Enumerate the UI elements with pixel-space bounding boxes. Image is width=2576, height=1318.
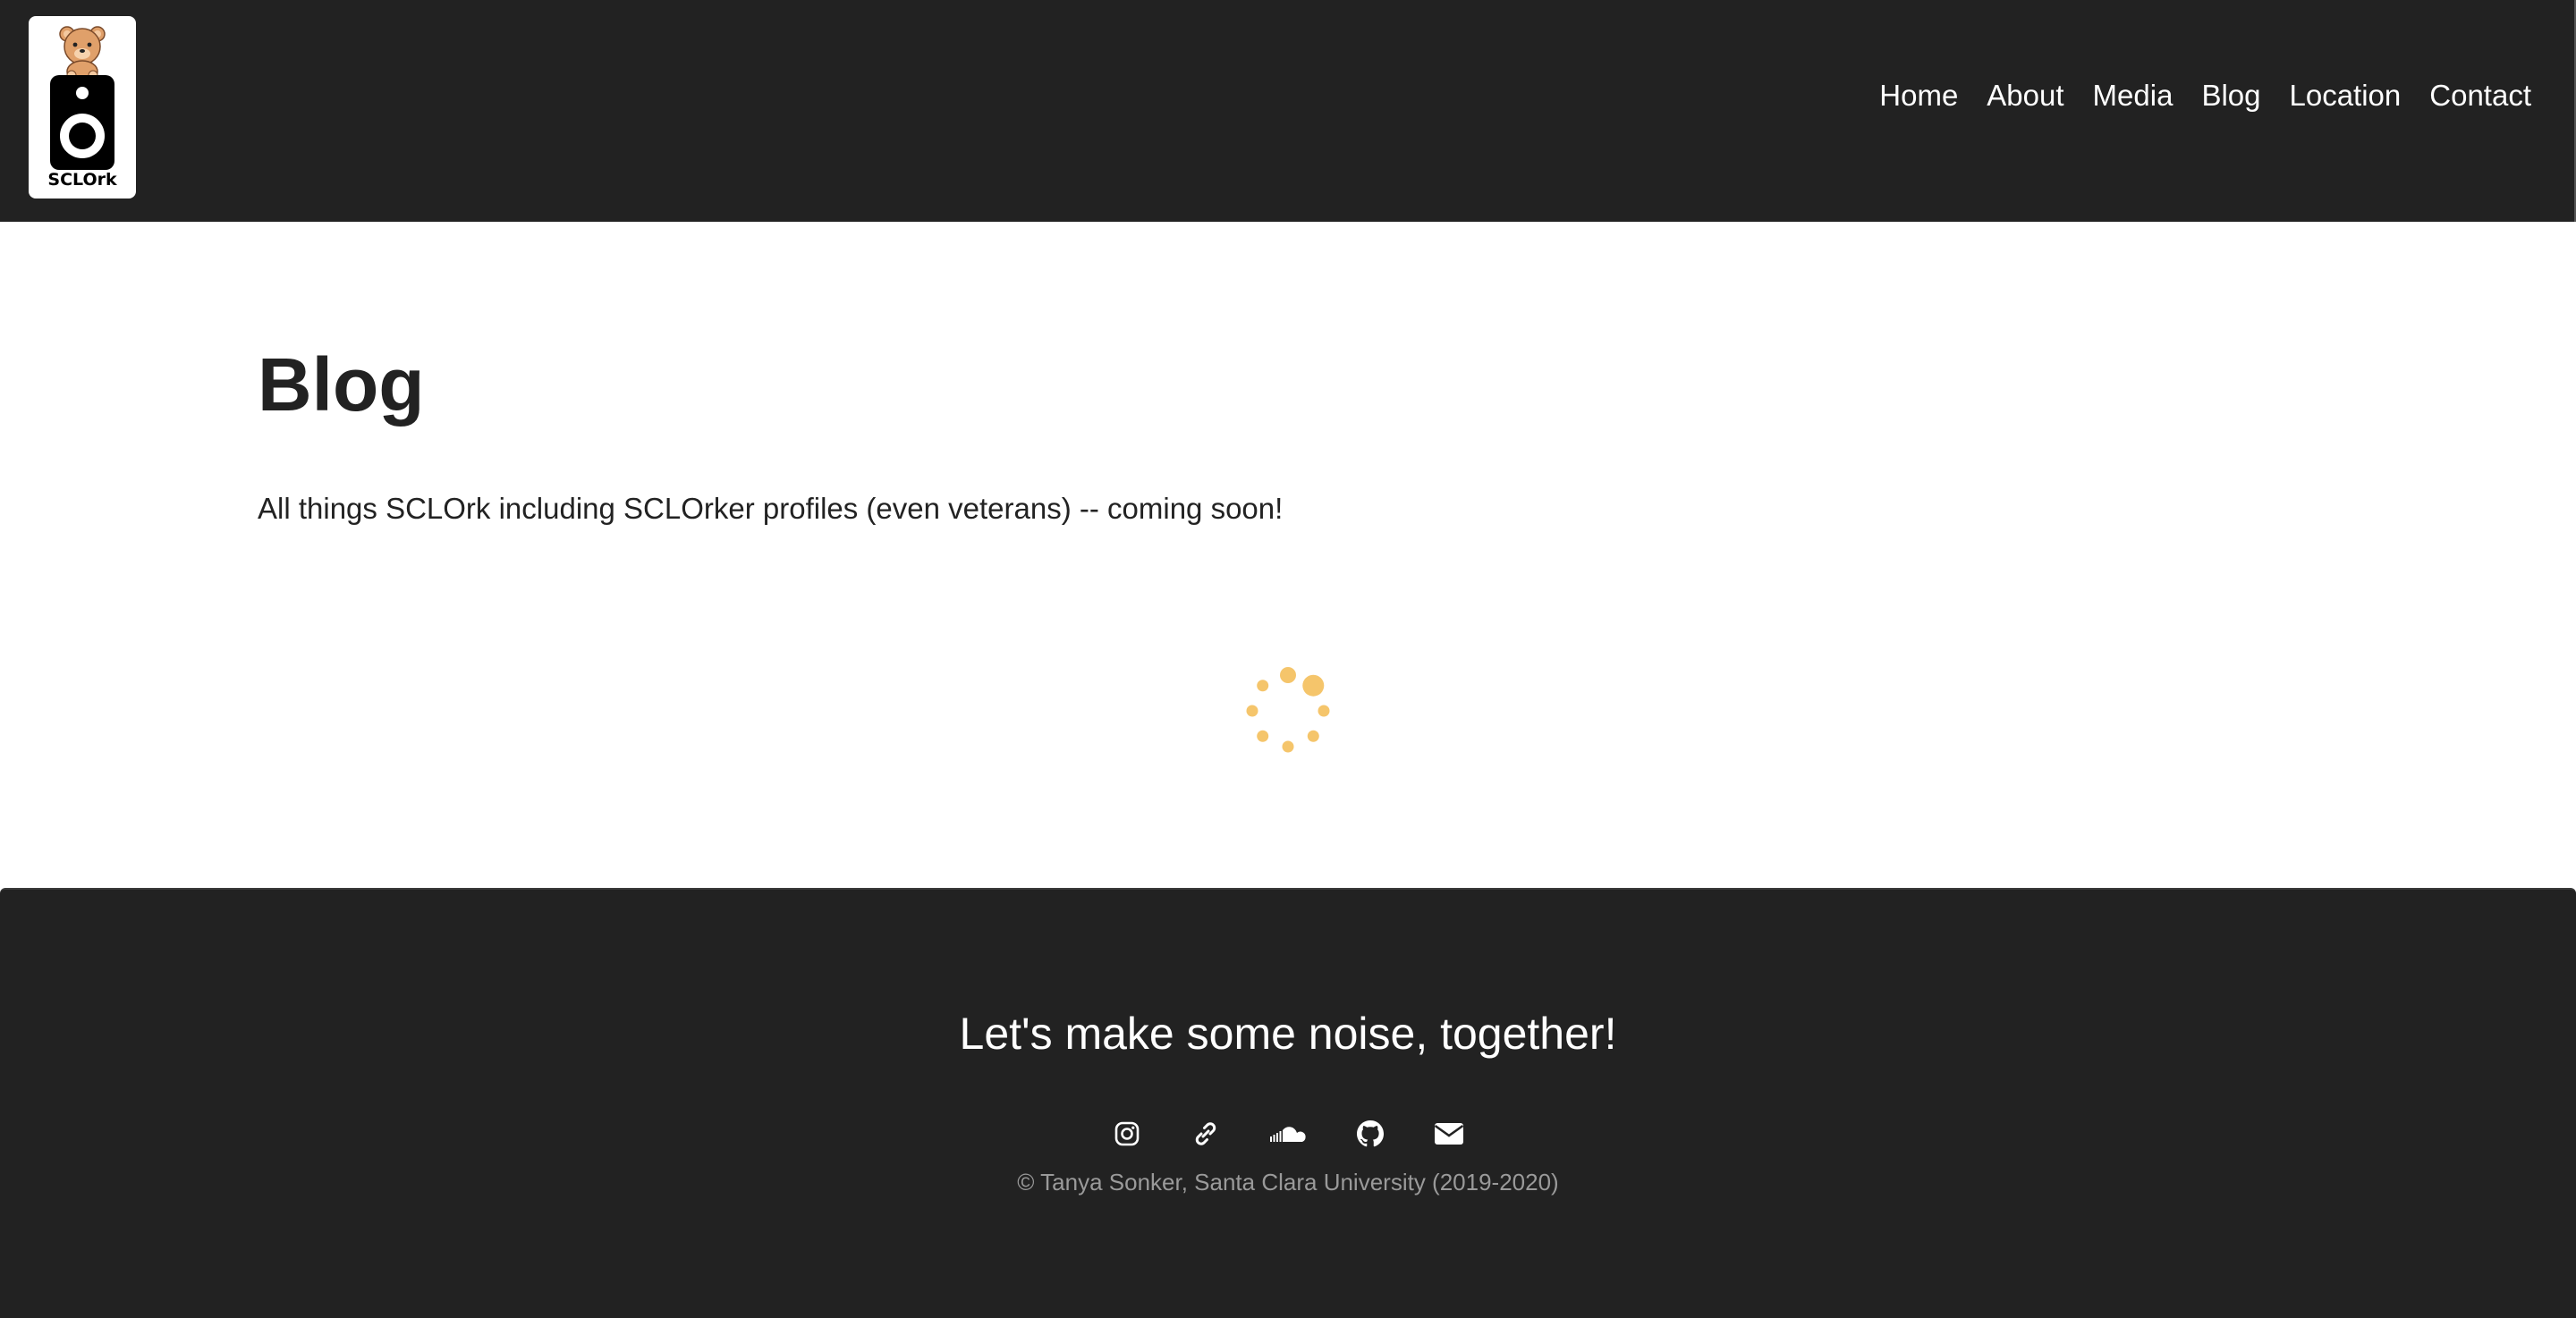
nav-location[interactable]: Location — [2290, 80, 2402, 110]
link-icon — [1195, 1122, 1216, 1145]
loading-dots-icon — [1246, 667, 1330, 753]
instagram-icon — [1114, 1121, 1140, 1146]
logo-text: SCLOrk — [47, 170, 117, 190]
spinner-dot — [1282, 740, 1294, 753]
email-link[interactable] — [1431, 1116, 1467, 1152]
website-link[interactable] — [1188, 1116, 1224, 1152]
soundcloud-link[interactable] — [1267, 1116, 1309, 1152]
github-icon — [1357, 1120, 1384, 1147]
site-header: SCLOrk Home About Media Blog Location Co… — [0, 0, 2576, 222]
footer-tagline: Let's make some noise, together! — [959, 1009, 1617, 1059]
nav-media[interactable]: Media — [2093, 80, 2174, 110]
spinner-dot — [1246, 705, 1258, 717]
soundcloud-icon — [1270, 1127, 1306, 1142]
spinner-dot — [1280, 667, 1296, 683]
spinner-dot — [1302, 674, 1325, 697]
sclork-logo[interactable]: SCLOrk — [29, 16, 136, 199]
intro-text: All things SCLOrk including SCLOrker pro… — [258, 492, 1284, 525]
email-icon — [1434, 1123, 1464, 1145]
spinner-dot — [1307, 730, 1319, 742]
page-title: Blog — [258, 342, 425, 427]
social-links — [0, 1116, 2576, 1152]
github-link[interactable] — [1352, 1116, 1388, 1152]
nav-about[interactable]: About — [1987, 80, 2063, 110]
instagram-link[interactable] — [1109, 1116, 1145, 1152]
nav-home[interactable]: Home — [1879, 80, 1958, 110]
spinner-dot — [1257, 730, 1269, 742]
copyright-text: © Tanya Sonker, Santa Clara University (… — [1017, 1169, 1559, 1195]
loading-spinner — [1243, 666, 1333, 756]
nav-contact[interactable]: Contact — [2429, 80, 2531, 110]
nav-blog[interactable]: Blog — [2201, 80, 2260, 110]
site-footer: Let's make some noise, together! © Tanya… — [0, 888, 2576, 1318]
spinner-dot — [1257, 680, 1269, 692]
main-content: Blog All things SCLOrk including SCLOrke… — [0, 222, 2576, 888]
spinner-dot — [1318, 705, 1330, 717]
main-nav: Home About Media Blog Location Contact — [1851, 80, 2531, 110]
